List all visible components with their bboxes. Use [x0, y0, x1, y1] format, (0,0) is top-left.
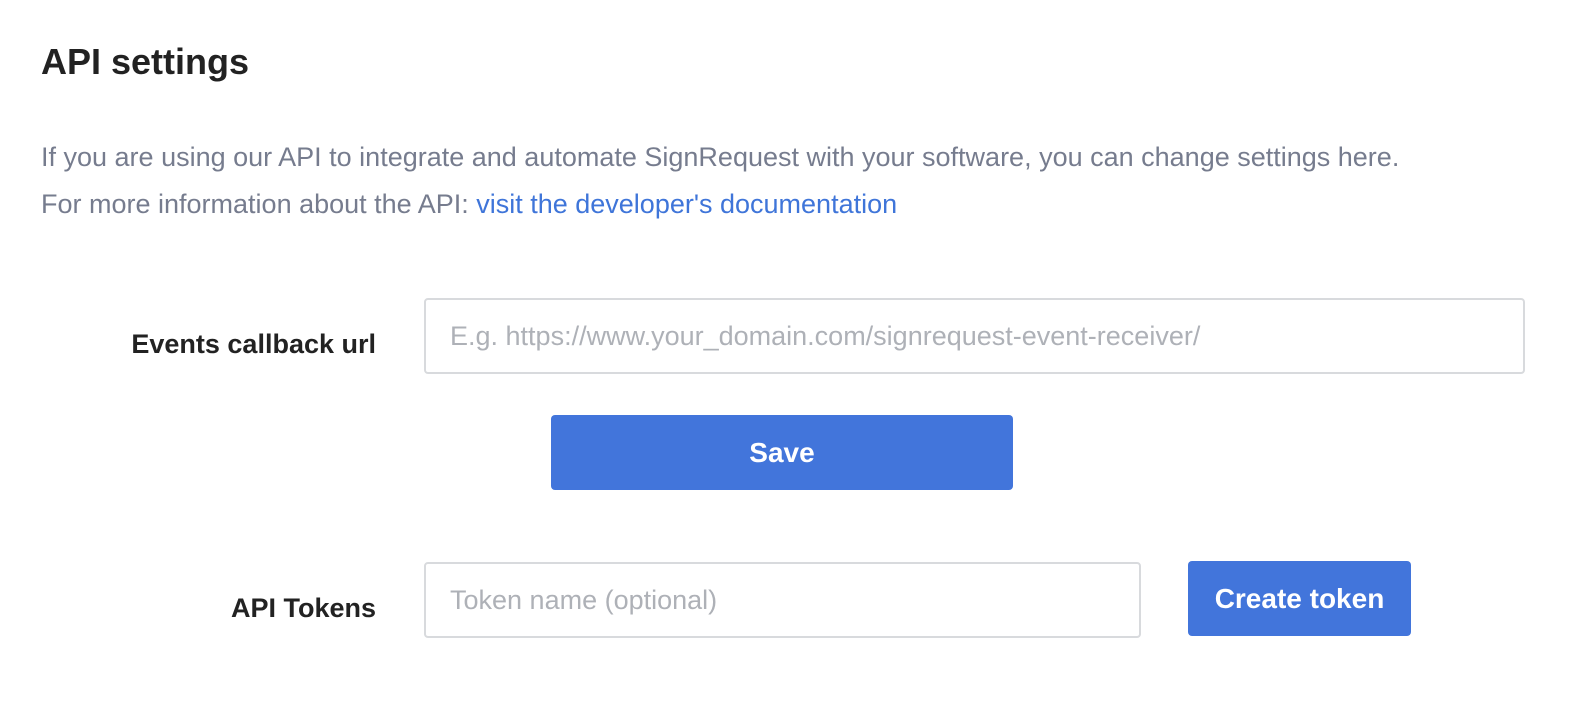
description-line-1: If you are using our API to integrate an…: [41, 142, 1400, 172]
token-name-input[interactable]: [424, 562, 1141, 638]
page-title: API settings: [41, 41, 250, 82]
description-line-2: For more information about the API: visi…: [41, 181, 1399, 228]
api-settings-page: API settings If you are using our API to…: [0, 0, 1594, 712]
save-button[interactable]: Save: [551, 415, 1013, 490]
events-callback-url-label: Events callback url: [131, 329, 376, 359]
page-description: If you are using our API to integrate an…: [41, 134, 1399, 228]
developer-docs-link[interactable]: visit the developer's documentation: [476, 189, 897, 219]
events-callback-url-input[interactable]: [424, 298, 1525, 374]
create-token-button[interactable]: Create token: [1188, 561, 1411, 636]
api-tokens-label: API Tokens: [230, 593, 376, 623]
description-line-2-prefix: For more information about the API:: [41, 189, 477, 219]
